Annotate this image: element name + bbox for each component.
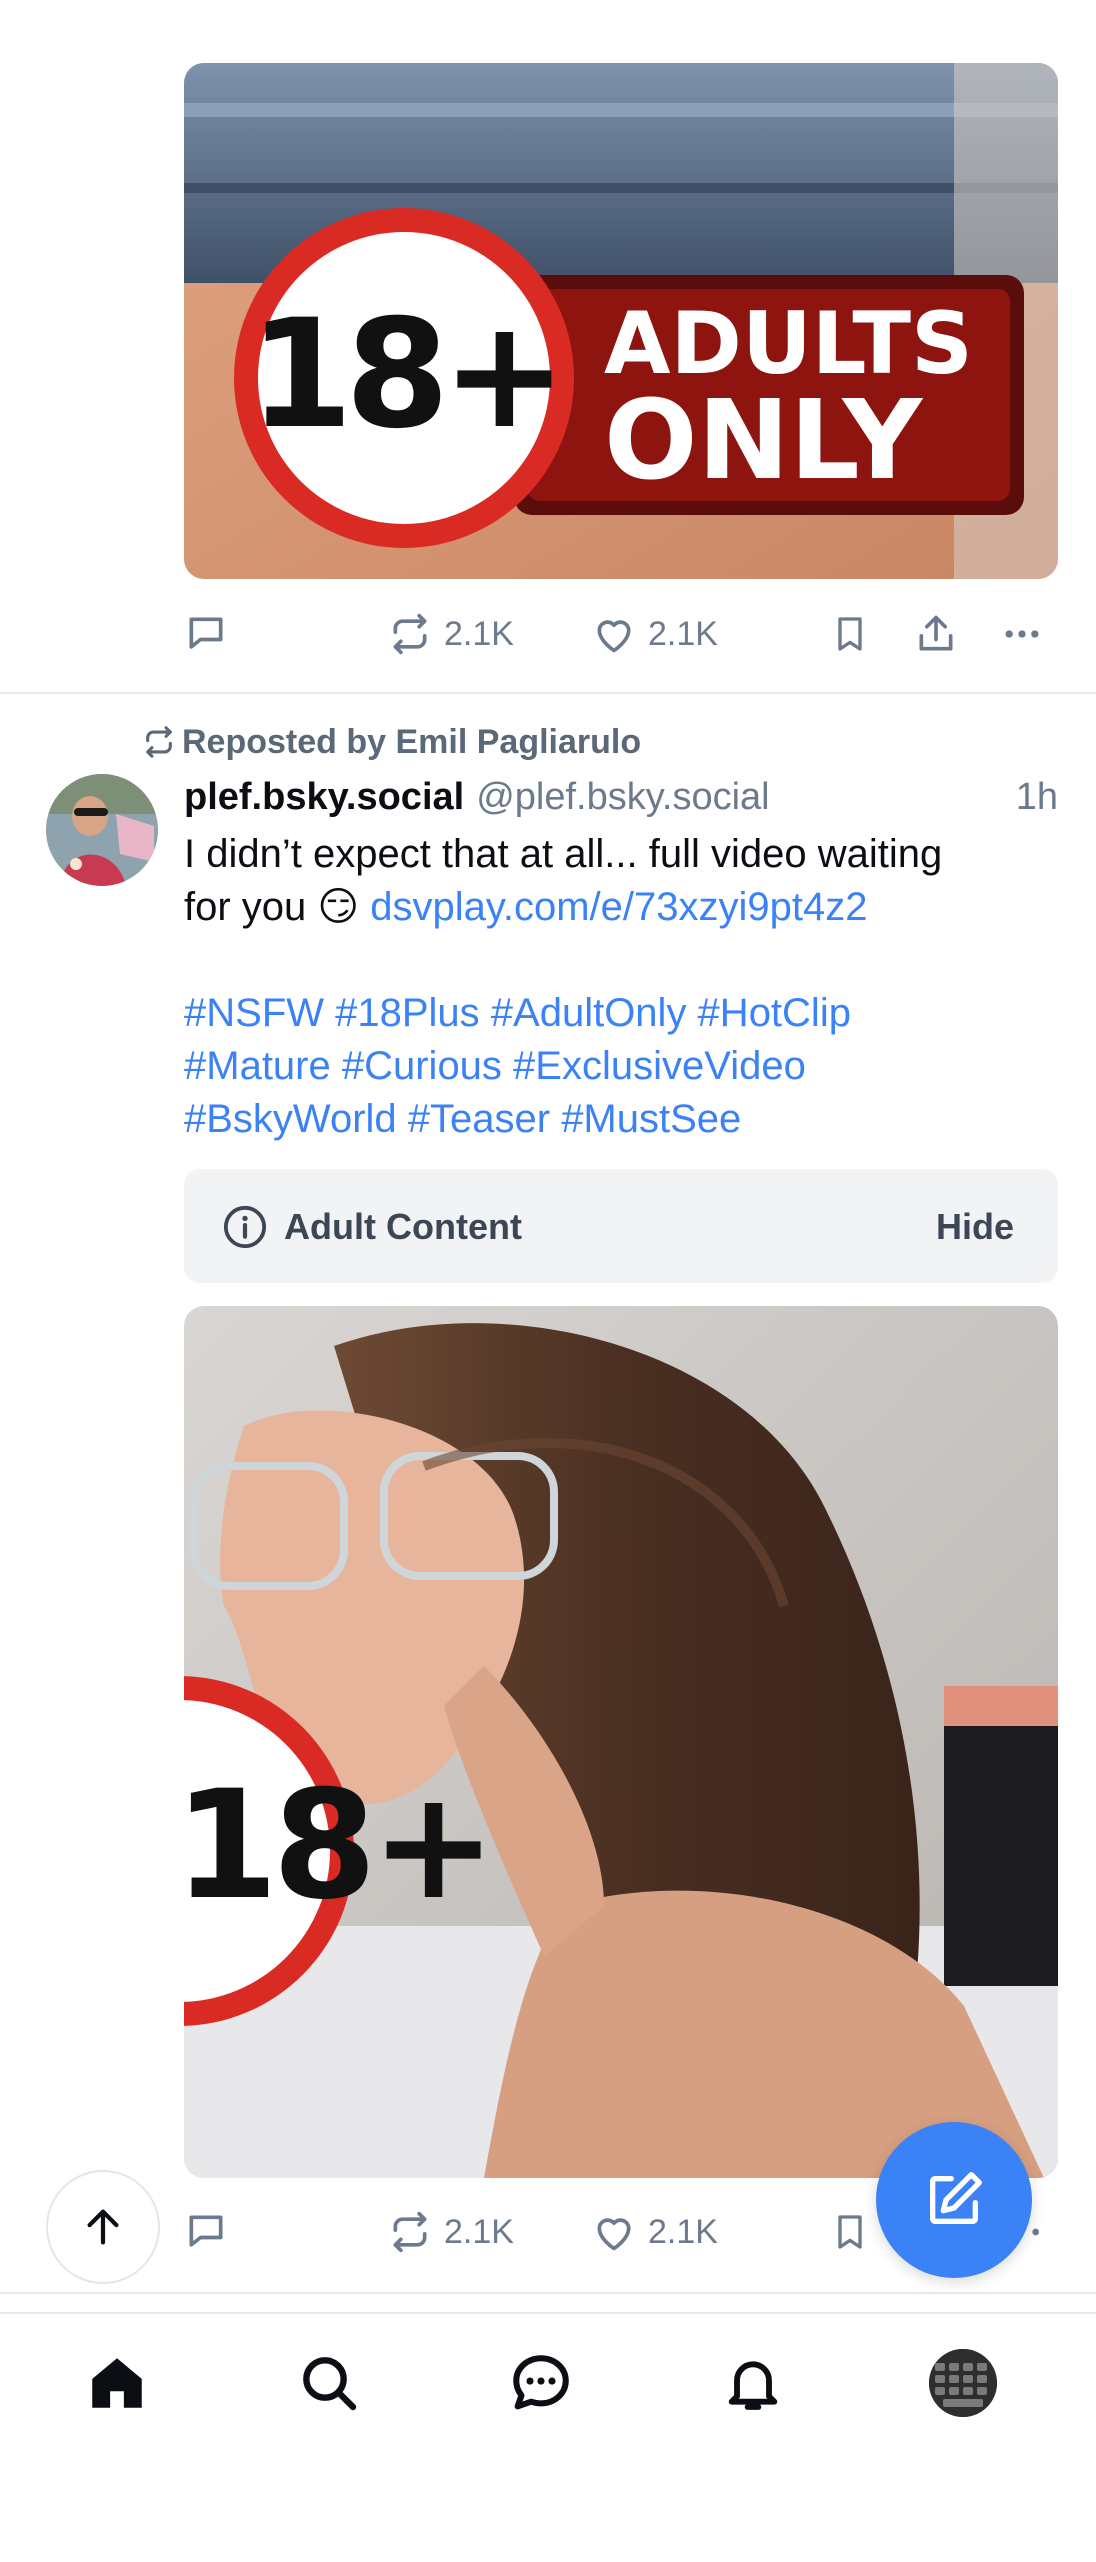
content-warning-label: Adult Content [284, 1206, 522, 1247]
profile-avatar-art [929, 2349, 997, 2417]
post1-bookmark-button[interactable] [830, 604, 870, 664]
nav-notifications[interactable] [718, 2348, 788, 2418]
post2-hashtags-line2[interactable]: #Mature #Curious #ExclusiveVideo [184, 1040, 1064, 1093]
chat-icon [513, 2355, 569, 2410]
avatar-photo [46, 774, 158, 886]
compose-button[interactable] [876, 2122, 1032, 2278]
post2-hashtags-line3[interactable]: #BskyWorld #Teaser #MustSee [184, 1093, 1064, 1146]
search-icon [303, 2357, 357, 2411]
heart-icon [597, 2218, 631, 2251]
repost-icon [393, 613, 427, 655]
post-divider [0, 692, 1096, 694]
post2-hashtags-line1[interactable]: #NSFW #18Plus #AdultOnly #HotClip [184, 987, 1064, 1040]
post2-text-line2: for you 😏 [184, 885, 371, 929]
compose-icon [930, 2172, 982, 2224]
post-divider [0, 2292, 1096, 2294]
post2-display-name[interactable]: plef.bsky.social [184, 776, 464, 819]
post2-text-line1: I didn’t expect that at all... full vide… [184, 832, 943, 876]
post1-actions: 2.1K 2.1K [184, 604, 1058, 664]
post2-author-avatar[interactable] [46, 774, 158, 886]
post2-badge-number: 18+ [184, 1759, 496, 1933]
avatar [929, 2349, 997, 2417]
scroll-to-top-button[interactable] [46, 2170, 160, 2284]
post2-text: I didn’t expect that at all... full vide… [184, 828, 1064, 1146]
bookmark-icon [838, 617, 862, 651]
post1-like-button[interactable]: 2.1K [592, 604, 718, 664]
heart-icon [597, 620, 631, 653]
content-warning-hide-button[interactable]: Hide [936, 1204, 1014, 1250]
nav-home[interactable] [82, 2348, 152, 2418]
post1-badge-number: 18+ [248, 288, 567, 462]
content-warning[interactable]: Adult Content Hide [184, 1169, 1058, 1283]
post2-link[interactable]: dsvplay.com/e/73xzyi9pt4z2 [370, 885, 867, 929]
reply-icon [189, 2215, 223, 2247]
post1-image[interactable]: 18+ ADULTS ONLY [184, 63, 1058, 579]
post2-handle[interactable]: @plef.bsky.social [476, 776, 769, 819]
bell-icon [728, 2361, 778, 2410]
post2-timestamp[interactable]: 1h [1016, 776, 1058, 819]
post1-repost-button[interactable]: 2.1K [388, 604, 514, 664]
info-icon [223, 1205, 267, 1249]
post2-like-count: 2.1K [648, 2212, 718, 2251]
post2-like-button[interactable]: 2.1K [592, 2202, 718, 2262]
nav-chat[interactable] [506, 2348, 576, 2418]
repost-banner-text: Reposted by Emil Pagliarulo [182, 722, 642, 761]
home-icon [92, 2358, 142, 2408]
more-icon [1005, 630, 1039, 638]
post2-repost-count: 2.1K [444, 2212, 514, 2251]
nav-search[interactable] [294, 2348, 364, 2418]
repost-icon [393, 2211, 427, 2253]
post2-repost-button[interactable]: 2.1K [388, 2202, 514, 2262]
post1-more-button[interactable] [998, 604, 1046, 664]
post1-repost-count: 2.1K [444, 614, 514, 653]
post2-bookmark-button[interactable] [830, 2202, 870, 2262]
post2-reply-button[interactable] [184, 2202, 228, 2262]
post1-reply-button[interactable] [184, 604, 228, 664]
nav-profile[interactable] [928, 2348, 998, 2418]
bookmark-icon [838, 2215, 862, 2249]
repost-small-icon [146, 726, 172, 758]
reply-icon [189, 617, 223, 649]
post1-like-count: 2.1K [648, 614, 718, 653]
post2-image[interactable]: 18+ [184, 1306, 1058, 2178]
repost-banner[interactable]: Reposted by Emil Pagliarulo [142, 720, 641, 764]
arrow-up-icon [87, 2209, 119, 2245]
share-icon [919, 615, 953, 651]
post1-share-button[interactable] [914, 604, 958, 664]
post1-badge-line2: ONLY [604, 376, 923, 504]
